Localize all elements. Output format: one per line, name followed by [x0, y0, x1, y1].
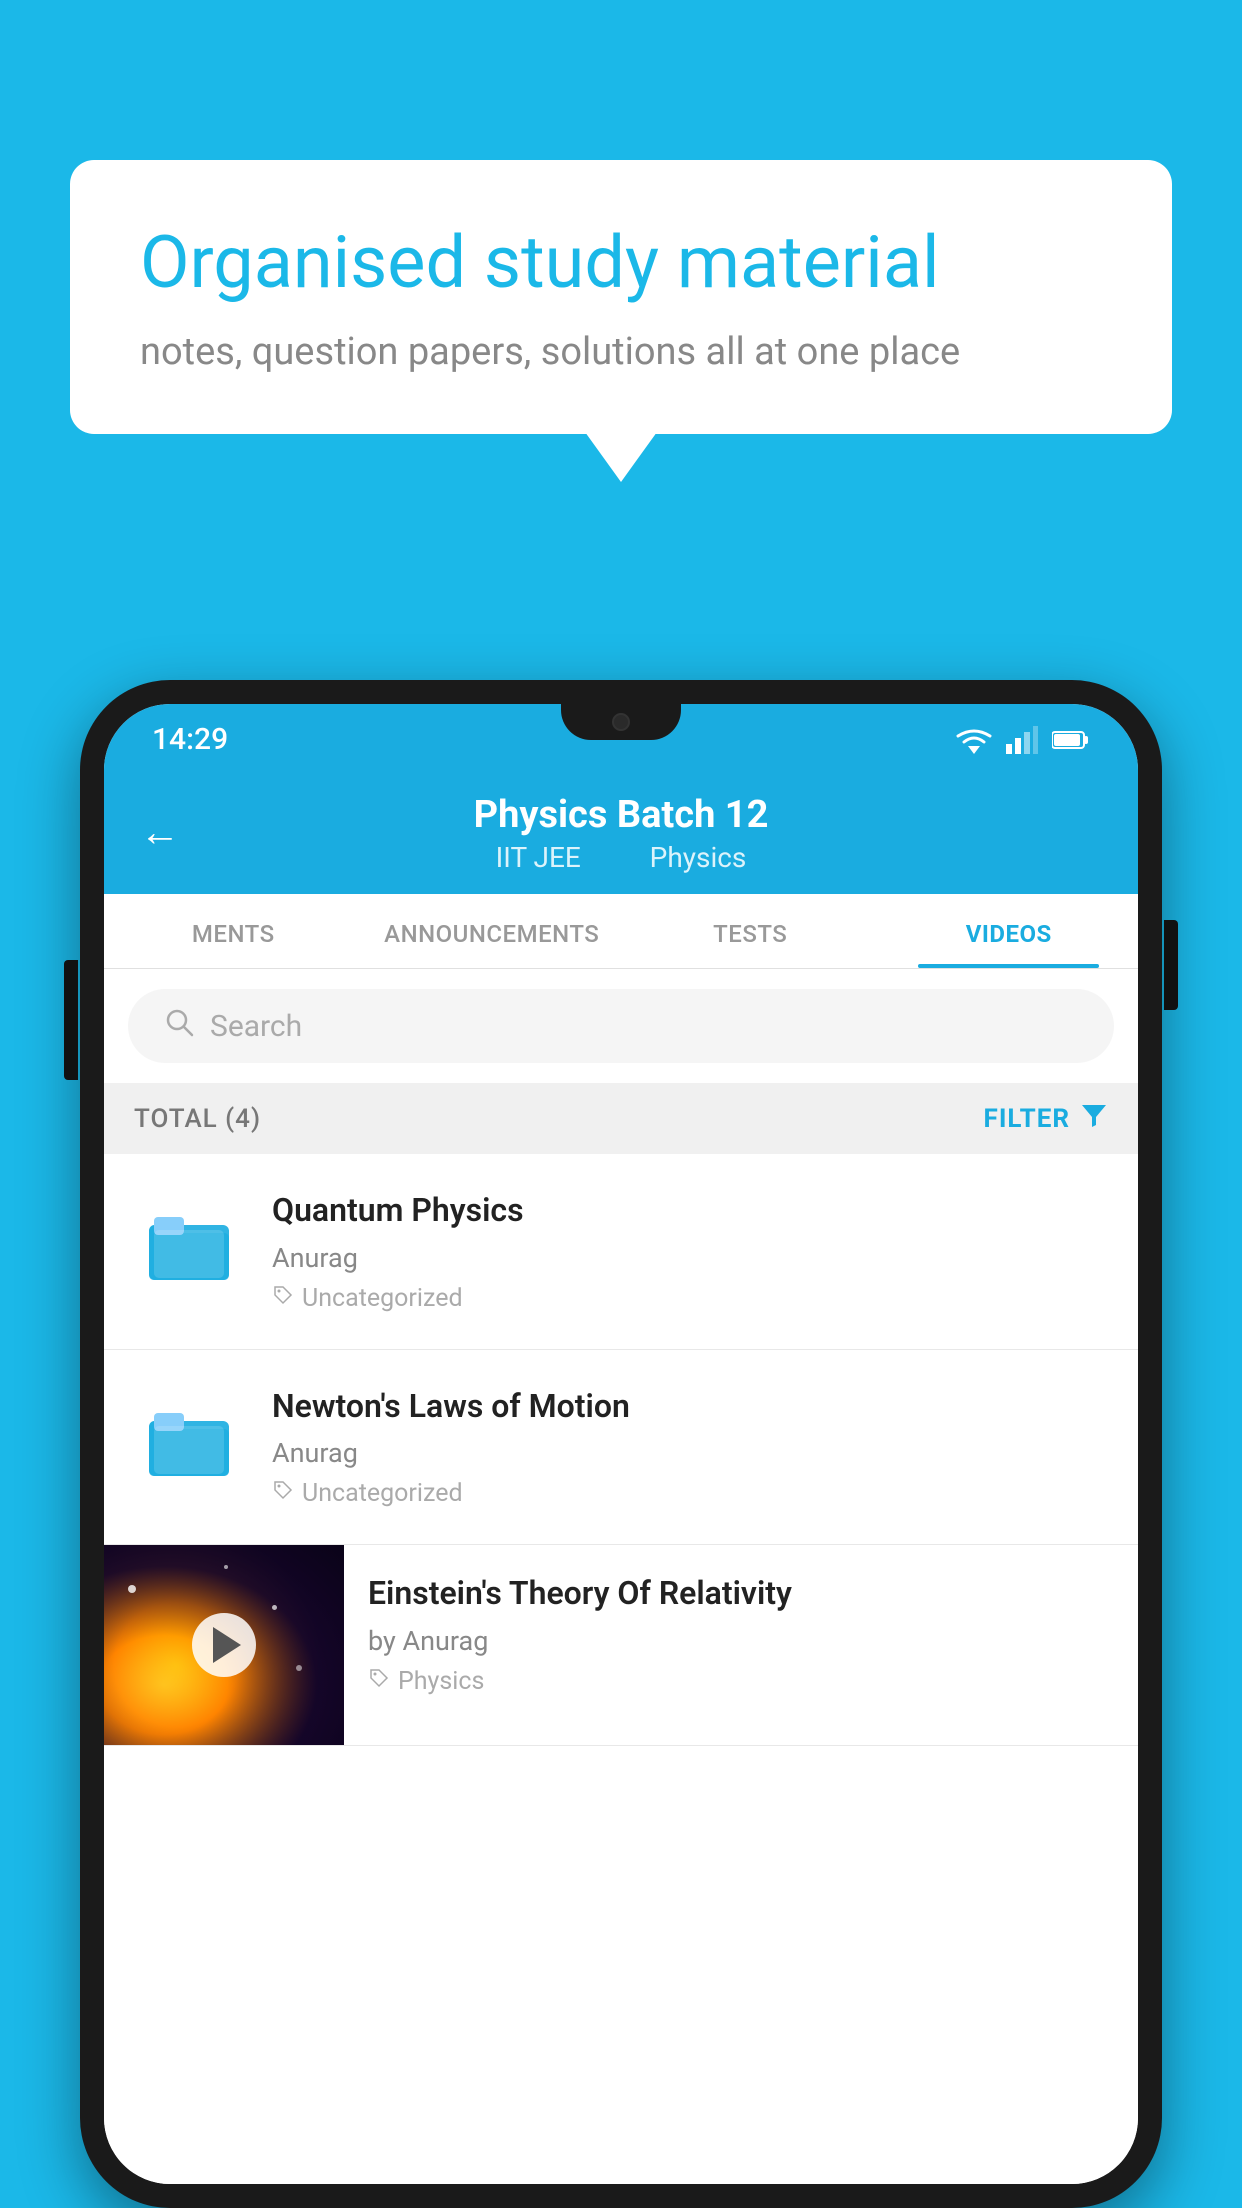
- video-info-2: Newton's Laws of Motion Anurag Uncategor…: [272, 1386, 1108, 1509]
- video-tag-2: Uncategorized: [272, 1479, 1108, 1508]
- speech-bubble: Organised study material notes, question…: [70, 160, 1172, 434]
- bubble-title: Organised study material: [140, 220, 1102, 306]
- filter-bar: TOTAL (4) FILTER: [104, 1083, 1138, 1154]
- tag-icon-2: [272, 1479, 294, 1508]
- total-label: TOTAL (4): [134, 1104, 261, 1134]
- status-time: 14:29: [152, 722, 228, 757]
- header-subtitle-left: IIT JEE: [496, 841, 581, 874]
- wifi-icon: [956, 726, 992, 754]
- thumb-background: [104, 1545, 344, 1745]
- filter-button[interactable]: FILTER: [984, 1101, 1108, 1136]
- video-author-1: Anurag: [272, 1242, 1108, 1274]
- search-bar[interactable]: Search: [128, 989, 1114, 1063]
- back-button[interactable]: ←: [140, 808, 180, 855]
- phone-notch: [561, 704, 681, 740]
- tab-videos[interactable]: VIDEOS: [880, 894, 1139, 968]
- search-placeholder: Search: [210, 1009, 302, 1044]
- phone-outer: 14:29: [80, 680, 1162, 2208]
- speech-bubble-section: Organised study material notes, question…: [70, 160, 1172, 434]
- video-title-2: Newton's Laws of Motion: [272, 1386, 1108, 1428]
- header-subtitle: IIT JEE Physics: [484, 841, 759, 874]
- video-tag-1: Uncategorized: [272, 1284, 1108, 1313]
- search-container: Search: [104, 969, 1138, 1083]
- video-thumbnail-3: [104, 1545, 344, 1745]
- tag-icon-1: [272, 1284, 294, 1313]
- video-author-2: Anurag: [272, 1437, 1108, 1469]
- folder-thumb-1: [134, 1190, 244, 1300]
- signal-icon: [1006, 726, 1038, 754]
- video-info-1: Quantum Physics Anurag Uncategorized: [272, 1190, 1108, 1313]
- folder-thumb-2: [134, 1386, 244, 1496]
- video-tag-3: Physics: [368, 1667, 1114, 1696]
- tag-icon-3: [368, 1667, 390, 1696]
- folder-icon: [144, 1205, 234, 1285]
- video-list: Quantum Physics Anurag Uncategorized: [104, 1154, 1138, 2184]
- status-icons: [956, 726, 1090, 754]
- video-info-3: Einstein's Theory Of Relativity by Anura…: [344, 1545, 1138, 1724]
- bubble-subtitle: notes, question papers, solutions all at…: [140, 330, 1102, 374]
- video-title-1: Quantum Physics: [272, 1190, 1108, 1232]
- camera-dot: [612, 713, 630, 731]
- header-title: Physics Batch 12: [474, 793, 769, 837]
- play-triangle-icon: [213, 1627, 241, 1663]
- search-icon: [164, 1007, 194, 1045]
- tab-announcements[interactable]: ANNOUNCEMENTS: [363, 894, 622, 968]
- video-title-3: Einstein's Theory Of Relativity: [368, 1573, 1114, 1615]
- list-item[interactable]: Newton's Laws of Motion Anurag Uncategor…: [104, 1350, 1138, 1546]
- list-item[interactable]: Quantum Physics Anurag Uncategorized: [104, 1154, 1138, 1350]
- list-item[interactable]: Einstein's Theory Of Relativity by Anura…: [104, 1545, 1138, 1746]
- video-author-3: by Anurag: [368, 1625, 1114, 1657]
- filter-funnel-icon: [1080, 1101, 1108, 1136]
- header-subtitle-right: Physics: [650, 841, 747, 874]
- play-button-3[interactable]: [192, 1613, 256, 1677]
- app-header: ← Physics Batch 12 IIT JEE Physics: [104, 769, 1138, 894]
- battery-icon: [1052, 729, 1090, 751]
- phone-mockup: 14:29: [80, 680, 1162, 2208]
- tab-bar: MENTS ANNOUNCEMENTS TESTS VIDEOS: [104, 894, 1138, 969]
- header-subtitle-sep: [612, 841, 626, 874]
- tab-ments[interactable]: MENTS: [104, 894, 363, 968]
- tab-tests[interactable]: TESTS: [621, 894, 880, 968]
- phone-screen: 14:29: [104, 704, 1138, 2184]
- folder-icon: [144, 1401, 234, 1481]
